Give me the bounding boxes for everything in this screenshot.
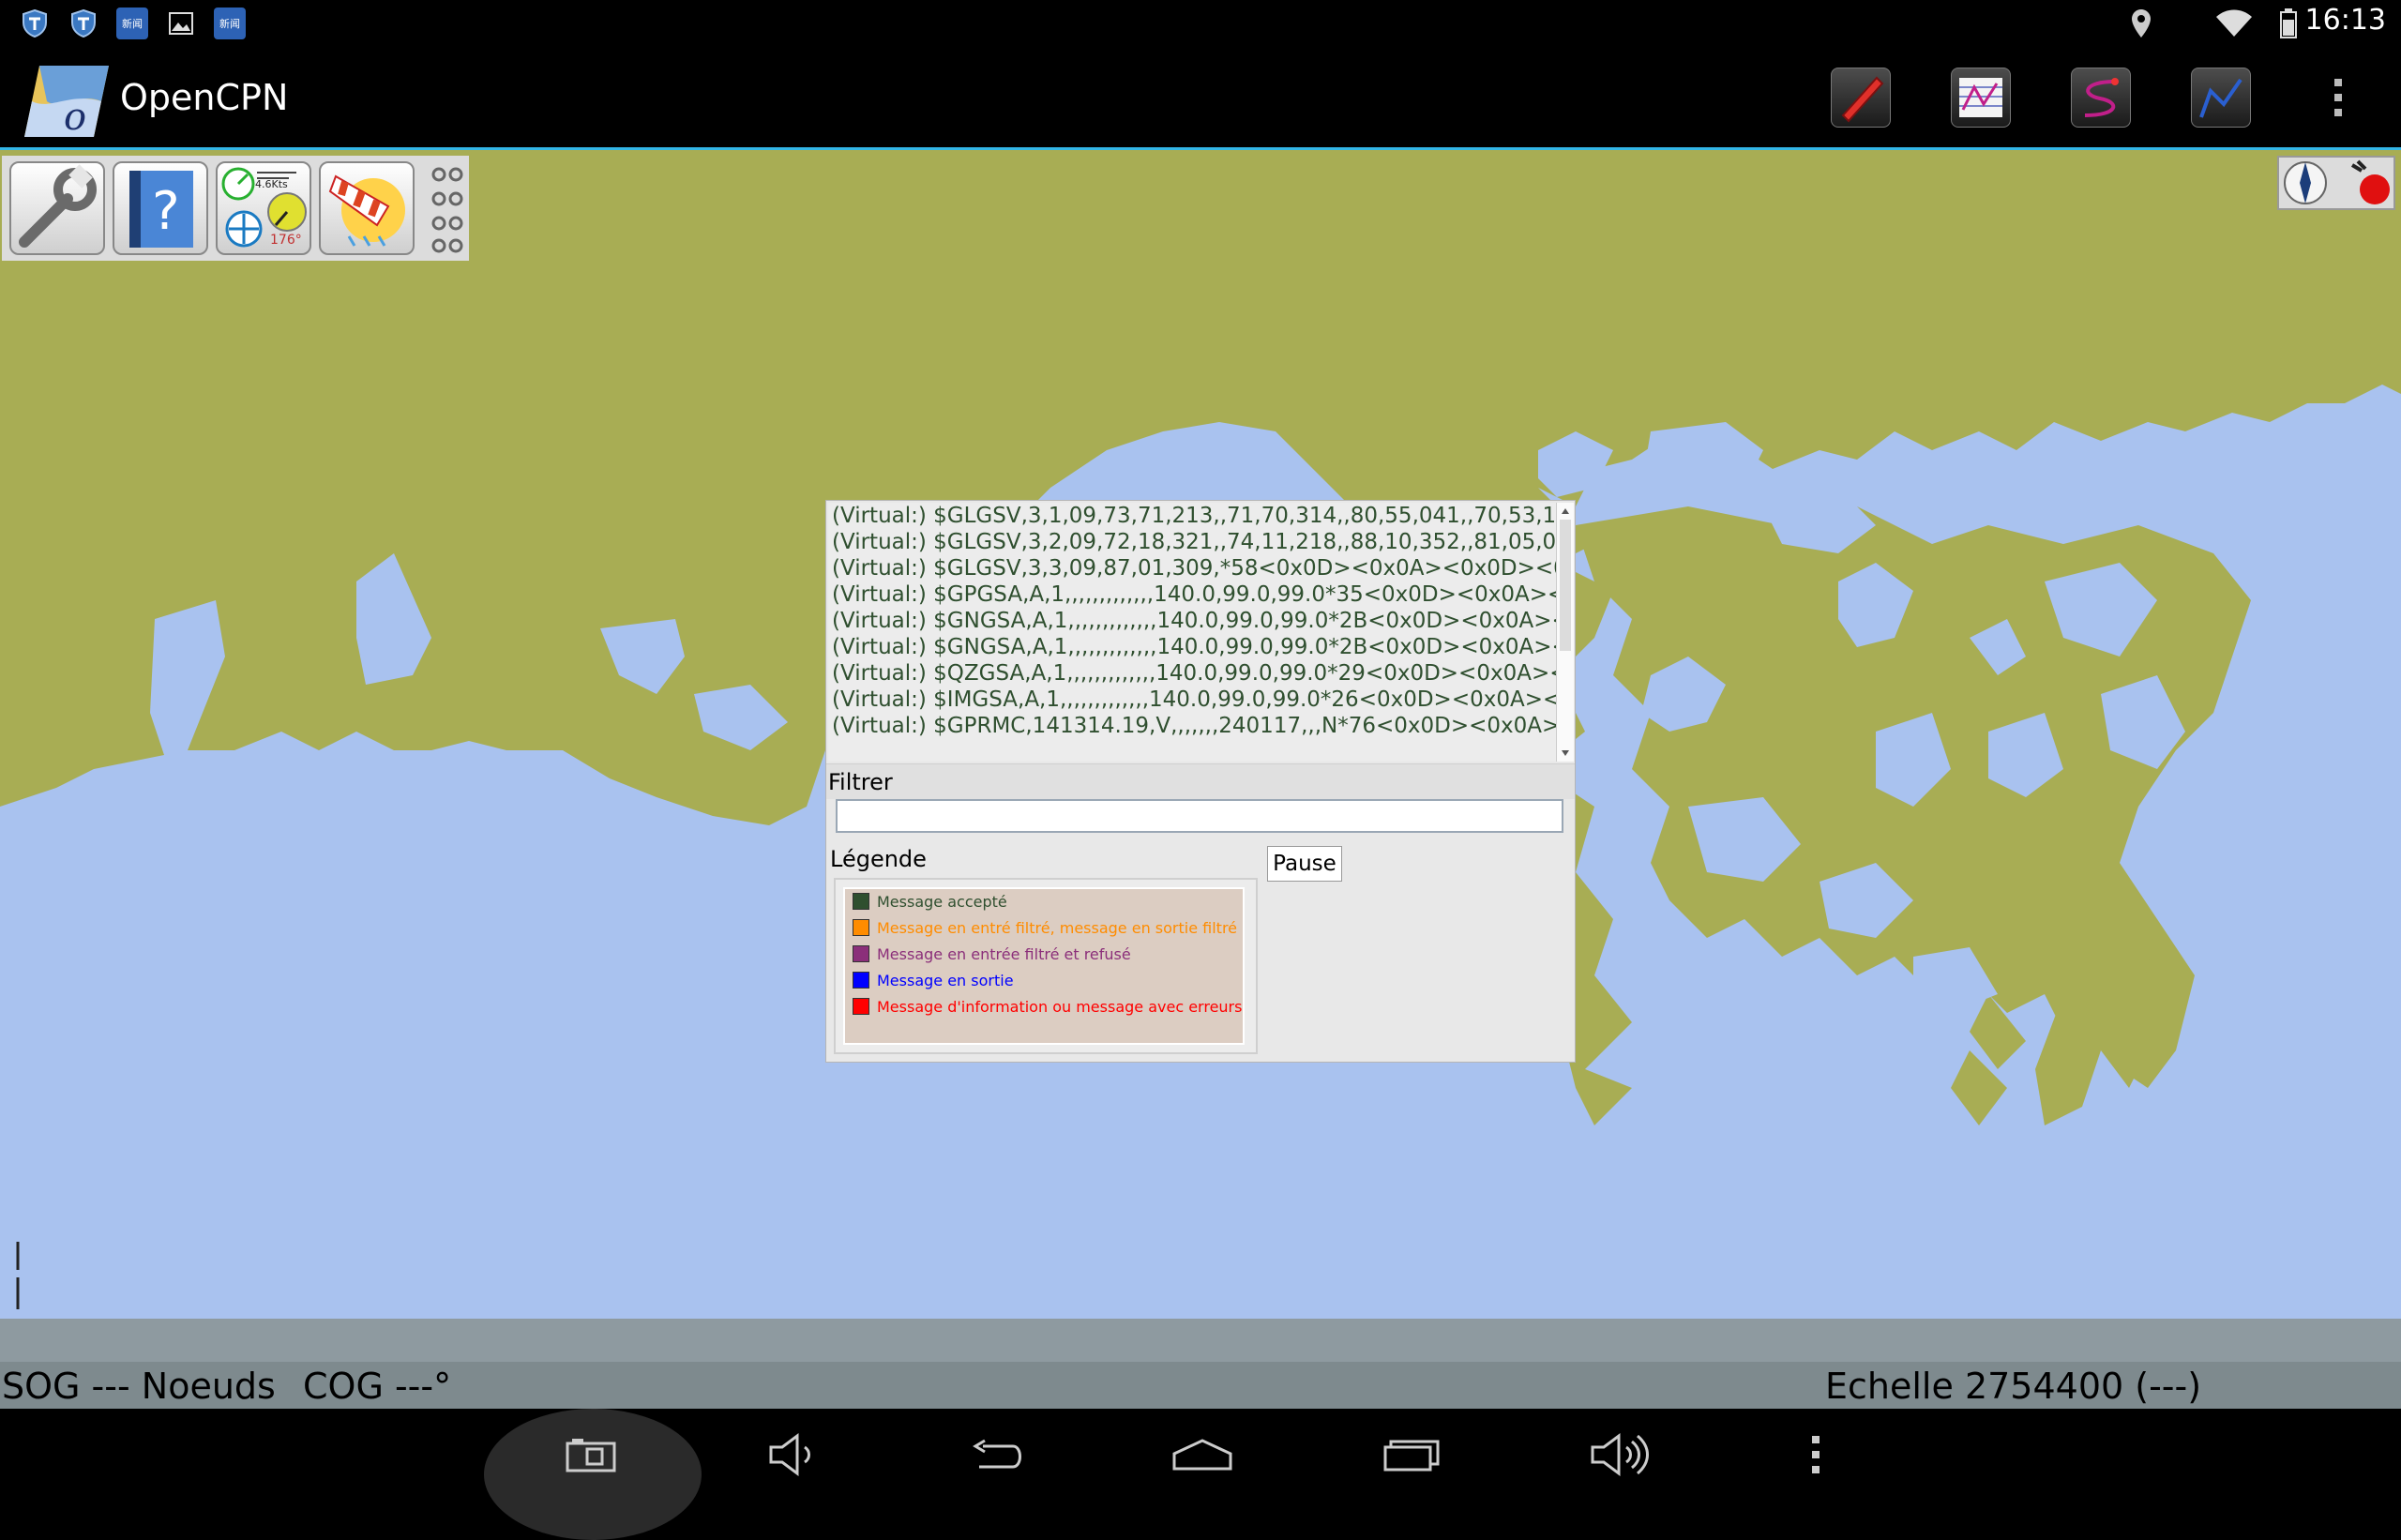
settings-wrench-icon[interactable]	[9, 161, 105, 255]
status-bar: 新闻 新闻 16:13	[0, 0, 2401, 47]
volume-down-icon[interactable]	[728, 1409, 859, 1501]
help-book-icon[interactable]: ?	[113, 161, 208, 255]
pause-button[interactable]: Pause	[1267, 846, 1342, 882]
app-title: OpenCPN	[120, 77, 289, 118]
legend-label: Message accepté	[877, 893, 1007, 911]
app-logo[interactable]: o	[23, 64, 111, 139]
log-line: (Virtual:) $GLGSV,3,1,09,73,71,213,,71,7…	[832, 504, 1556, 528]
shield-icon	[68, 8, 99, 39]
svg-text:?: ?	[152, 181, 180, 242]
legend-list: Message accepté Message en entré filtré,…	[843, 887, 1245, 1045]
dashboard-speed-readout: 4.6Kts	[255, 178, 288, 190]
track-icon[interactable]	[2071, 68, 2131, 128]
back-icon[interactable]	[932, 1409, 1064, 1501]
legend-swatch	[853, 972, 869, 989]
dashboard-heading-readout: 176°	[270, 233, 302, 248]
cog-readout: COG ---°	[303, 1366, 452, 1407]
log-scrollbar[interactable]	[1556, 503, 1574, 762]
log-line: (Virtual:) $QZGSA,A,1,,,,,,,,,,,,,140.0,…	[832, 661, 1556, 686]
legend-title: Légende	[830, 846, 927, 872]
dashboard-instruments-icon[interactable]: 4.6Kts 176°	[216, 161, 311, 255]
legend-item: Message d'information ou message avec er…	[845, 994, 1243, 1020]
legend-label: Message en sortie	[877, 972, 1014, 989]
image-icon	[165, 8, 197, 39]
ship-icon[interactable]	[1831, 68, 1891, 128]
chart-icon[interactable]	[1951, 68, 2011, 128]
app-bar	[0, 47, 2401, 147]
legend-swatch	[853, 998, 869, 1015]
home-icon[interactable]	[1137, 1409, 1268, 1501]
legend-box: Message accepté Message en entré filtré,…	[834, 878, 1258, 1054]
weather-windsock-icon[interactable]	[319, 161, 415, 255]
log-line: (Virtual:) $GLGSV,3,3,09,87,01,309,*58<0…	[832, 556, 1556, 581]
scale-readout: Echelle 2754400 (---)	[1825, 1366, 2202, 1407]
recent-apps-icon[interactable]	[1347, 1409, 1478, 1501]
log-line: (Virtual:) $GLGSV,3,2,09,72,18,321,,74,1…	[832, 530, 1556, 554]
route-icon[interactable]	[2191, 68, 2251, 128]
info-bar: SOG --- Noeuds COG ---° Echelle 2754400 …	[0, 1362, 2401, 1409]
log-line: (Virtual:) $IMGSA,A,1,,,,,,,,,,,,,140.0,…	[832, 687, 1556, 712]
sog-readout: SOG --- Noeuds	[2, 1366, 276, 1407]
compass-gps-widget[interactable]	[2277, 156, 2395, 210]
volume-up-icon[interactable]	[1553, 1409, 1684, 1501]
legend-label: Message d'information ou message avec er…	[877, 998, 1243, 1016]
legend-swatch	[853, 919, 869, 936]
legend-label: Message en entrée filtré et refusé	[877, 945, 1131, 963]
svg-text:o: o	[64, 96, 86, 139]
news-app-icon: 新闻	[116, 8, 148, 39]
nmea-debug-window: (Virtual:) $GLGSV,3,1,09,73,71,213,,71,7…	[825, 500, 1576, 1063]
scroll-down-icon	[1562, 750, 1569, 756]
log-line: (Virtual:) $GPRMC,141314.19,V,,,,,,,2401…	[832, 714, 1556, 738]
filter-label: Filtrer	[826, 763, 1575, 799]
nmea-log[interactable]: (Virtual:) $GLGSV,3,1,09,73,71,213,,71,7…	[828, 503, 1556, 762]
news-app-icon: 新闻	[214, 8, 246, 39]
battery-icon	[2277, 8, 2300, 39]
chart-bar[interactable]	[0, 1319, 2401, 1362]
tool-bar: ? 4.6Kts 176°	[2, 156, 469, 261]
location-icon	[2125, 8, 2157, 39]
wifi-icon	[2213, 8, 2255, 39]
more-icon[interactable]	[1750, 1409, 1881, 1501]
overflow-menu-icon[interactable]	[2324, 75, 2352, 122]
log-line: (Virtual:) $GNGSA,A,1,,,,,,,,,,,,,140.0,…	[832, 635, 1556, 659]
shield-icon	[19, 8, 51, 39]
scale-bar	[16, 1242, 20, 1309]
legend-swatch	[853, 893, 869, 910]
legend-item: Message en entrée filtré et refusé	[845, 942, 1243, 968]
legend-item: Message accepté	[845, 889, 1243, 915]
legend-item: Message en entré filtré, message en sort…	[845, 915, 1243, 942]
legend-swatch	[853, 945, 869, 962]
clock: 16:13	[2304, 4, 2386, 37]
screenshot-icon[interactable]	[525, 1409, 657, 1501]
scroll-up-icon	[1562, 508, 1569, 514]
more-tools-icon[interactable]	[430, 165, 465, 253]
legend-item: Message en sortie	[845, 968, 1243, 994]
log-line: (Virtual:) $GPGSA,A,1,,,,,,,,,,,,,140.0,…	[832, 582, 1556, 607]
legend-label: Message en entré filtré, message en sort…	[877, 919, 1243, 937]
log-line: (Virtual:) $GNGSA,A,1,,,,,,,,,,,,,140.0,…	[832, 609, 1556, 633]
filter-input[interactable]	[836, 799, 1563, 833]
